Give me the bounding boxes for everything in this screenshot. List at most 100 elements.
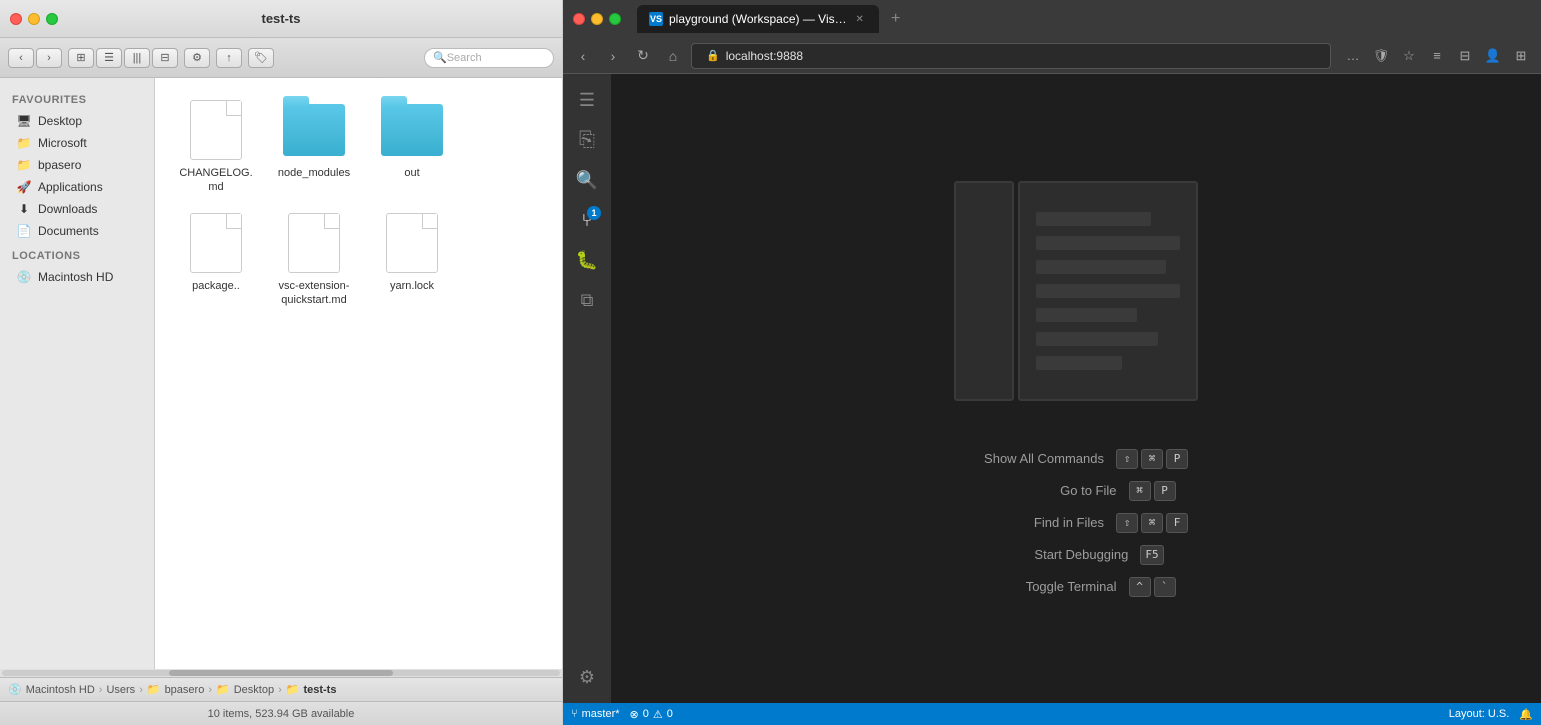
bookmark-button[interactable]: ☆ <box>1397 44 1421 68</box>
gallery-view-button[interactable]: ⊟ <box>152 48 178 68</box>
browser-titlebar: VS playground (Workspace) — Vis… ✕ + <box>563 0 1541 38</box>
profile-button[interactable]: 👤 <box>1481 44 1505 68</box>
new-tab-button[interactable]: + <box>883 6 909 32</box>
close-button[interactable] <box>10 13 22 25</box>
notification-icon[interactable]: 🔔 <box>1519 708 1533 721</box>
breadcrumb-macintosh-hd[interactable]: Macintosh HD <box>26 684 95 696</box>
file-item-package[interactable]: package.. <box>171 207 261 312</box>
search-icon: 🔍 <box>576 170 598 191</box>
breadcrumb-sep-2: › <box>139 684 143 696</box>
finder-titlebar: test-ts <box>0 0 562 38</box>
activitybar-menu[interactable]: ☰ <box>569 82 605 118</box>
view-buttons: ⊞ ☰ ||| ⊟ <box>68 48 178 68</box>
find-files-label: Find in Files <box>964 515 1104 530</box>
extensions-button[interactable]: ⊞ <box>1509 44 1533 68</box>
nav-buttons: ‹ › <box>8 48 62 68</box>
package-icon <box>184 211 248 275</box>
layout-label: Layout: U.S. <box>1449 708 1510 720</box>
file-item-out[interactable]: out <box>367 94 457 199</box>
tab-close-button[interactable]: ✕ <box>853 12 867 26</box>
activitybar-explorer[interactable]: ⎘ <box>569 122 605 158</box>
column-view-button[interactable]: ||| <box>124 48 150 68</box>
debug-icon: 🐛 <box>576 250 598 271</box>
sidebar-label-desktop: Desktop <box>38 114 82 128</box>
sidebar-item-bpasero[interactable]: 📁 bpasero <box>4 154 150 176</box>
vscode-main: Show All Commands ⇧ ⌘ P Go to File ⌘ P <box>611 74 1541 703</box>
sidebar-label-documents: Documents <box>38 224 99 238</box>
maximize-button[interactable] <box>46 13 58 25</box>
sidebar-label-microsoft: Microsoft <box>38 136 87 150</box>
file-item-yarn-lock[interactable]: yarn.lock <box>367 207 457 312</box>
logo-left-panel <box>954 181 1014 401</box>
tags-button[interactable]: 🏷 <box>248 48 274 68</box>
active-tab[interactable]: VS playground (Workspace) — Vis… ✕ <box>637 5 879 33</box>
more-button[interactable]: … <box>1341 44 1365 68</box>
error-count[interactable]: ⊗ 0 ⚠ 0 <box>630 708 673 721</box>
error-icon: ⊗ <box>630 708 639 721</box>
horizontal-scrollbar[interactable] <box>0 669 562 677</box>
scrollbar-track <box>2 670 560 676</box>
debug-label: Start Debugging <box>988 547 1128 562</box>
vscode-welcome: Show All Commands ⇧ ⌘ P Go to File ⌘ P <box>611 74 1541 703</box>
browser-close-button[interactable] <box>573 13 585 25</box>
breadcrumb-sep-1: › <box>99 684 103 696</box>
forward-button[interactable]: › <box>36 48 62 68</box>
sidebar-item-downloads[interactable]: ⬇ Downloads <box>4 198 150 220</box>
sidebar-item-documents[interactable]: 📄 Documents <box>4 220 150 242</box>
browser-refresh-button[interactable]: ↻ <box>631 44 655 68</box>
logo-line-4 <box>1036 284 1180 298</box>
sidebar-label-hd: Macintosh HD <box>38 270 113 284</box>
warning-icon: ⚠ <box>653 708 663 721</box>
minimize-button[interactable] <box>28 13 40 25</box>
search-box[interactable]: 🔍 Search <box>424 48 554 68</box>
browser-maximize-button[interactable] <box>609 13 621 25</box>
activitybar-settings[interactable]: ⚙ <box>569 659 605 695</box>
warnings: 0 <box>667 708 673 720</box>
activitybar-extensions[interactable]: ⧉ <box>569 282 605 318</box>
sidebar-button[interactable]: ⊟ <box>1453 44 1477 68</box>
shield-button[interactable]: 🛡 <box>1369 44 1393 68</box>
terminal-label: Toggle Terminal <box>977 579 1117 594</box>
url-bar[interactable]: 🔒 localhost:9888 <box>691 43 1331 69</box>
breadcrumb-desktop[interactable]: Desktop <box>234 684 274 696</box>
package-label: package.. <box>192 279 240 293</box>
finder-body: Favourites 🖥 Desktop 📁 Microsoft 📁 bpase… <box>0 78 562 669</box>
favourites-header: Favourites <box>0 86 154 110</box>
git-branch[interactable]: ⑂ master* <box>571 708 620 720</box>
scrollbar-thumb[interactable] <box>169 670 392 676</box>
shortcut-terminal: Toggle Terminal ^ ` <box>977 577 1176 597</box>
reader-mode-button[interactable]: ≡ <box>1425 44 1449 68</box>
share-button[interactable]: ↑ <box>216 48 242 68</box>
search-icon: 🔍 <box>433 51 447 64</box>
browser-back-button[interactable]: ‹ <box>571 44 595 68</box>
shortcut-go-to-file: Go to File ⌘ P <box>977 481 1176 501</box>
vscode-statusbar: ⑂ master* ⊗ 0 ⚠ 0 Layout: U.S. 🔔 <box>563 703 1541 725</box>
activitybar-search[interactable]: 🔍 <box>569 162 605 198</box>
sidebar-item-desktop[interactable]: 🖥 Desktop <box>4 110 150 132</box>
browser-actions: … 🛡 ☆ ≡ ⊟ 👤 ⊞ <box>1341 44 1533 68</box>
sidebar-item-macintosh-hd[interactable]: 💿 Macintosh HD <box>4 266 150 288</box>
activitybar-source-control[interactable]: ⑂ 1 <box>569 202 605 238</box>
browser-home-button[interactable]: ⌂ <box>661 44 685 68</box>
list-view-button[interactable]: ☰ <box>96 48 122 68</box>
browser-forward-button[interactable]: › <box>601 44 625 68</box>
breadcrumb: 💿 Macintosh HD › Users › 📁 bpasero › 📁 D… <box>0 677 562 701</box>
vsc-quickstart-label: vsc-extension-quickstart.md <box>273 279 355 308</box>
key-p-2: P <box>1154 481 1176 501</box>
browser-minimize-button[interactable] <box>591 13 603 25</box>
file-item-changelog[interactable]: CHANGELOG.md <box>171 94 261 199</box>
icon-view-button[interactable]: ⊞ <box>68 48 94 68</box>
file-item-node-modules[interactable]: node_modules <box>269 94 359 199</box>
file-item-vsc-quickstart[interactable]: vsc-extension-quickstart.md <box>269 207 359 312</box>
action-button[interactable]: ⚙ <box>184 48 210 68</box>
sidebar-item-microsoft[interactable]: 📁 Microsoft <box>4 132 150 154</box>
breadcrumb-users[interactable]: Users <box>106 684 135 696</box>
activitybar-debug[interactable]: 🐛 <box>569 242 605 278</box>
breadcrumb-bpasero[interactable]: bpasero <box>165 684 205 696</box>
logo-line-2 <box>1036 236 1180 250</box>
back-button[interactable]: ‹ <box>8 48 34 68</box>
key-cmd-2: ⌘ <box>1129 481 1151 501</box>
show-commands-label: Show All Commands <box>964 451 1104 466</box>
breadcrumb-test-ts[interactable]: test-ts <box>303 684 336 696</box>
sidebar-item-applications[interactable]: 🚀 Applications <box>4 176 150 198</box>
